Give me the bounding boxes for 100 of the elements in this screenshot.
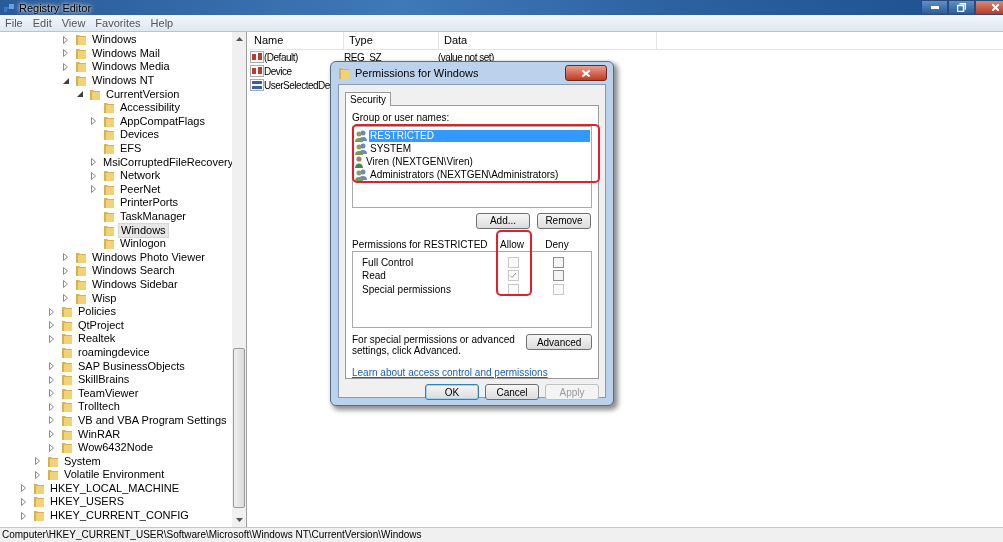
column-header[interactable]: Type <box>344 32 439 49</box>
expand-icon[interactable] <box>63 49 68 58</box>
tree-item[interactable]: Windows Media <box>90 60 172 74</box>
expand-icon[interactable] <box>21 511 26 520</box>
scroll-up-icon[interactable] <box>235 37 243 41</box>
expand-icon[interactable] <box>49 430 54 438</box>
expand-icon[interactable] <box>35 470 40 479</box>
scrollbar[interactable] <box>232 32 246 527</box>
user-item[interactable]: Viren (NEXTGEN\Viren) <box>365 155 590 168</box>
tree-item[interactable]: PeerNet <box>118 182 163 196</box>
scroll-down-icon[interactable] <box>235 518 243 522</box>
menu-item[interactable]: Favorites <box>90 17 146 29</box>
expand-icon[interactable] <box>63 280 68 289</box>
expand-icon[interactable] <box>49 334 54 343</box>
tree-item[interactable]: EFS <box>118 142 144 156</box>
menu-item[interactable]: File <box>0 17 28 29</box>
tree-item[interactable]: Accessibility <box>118 101 182 115</box>
user-item[interactable]: Administrators (NEXTGEN\Administrators) <box>369 168 590 181</box>
expand-icon[interactable] <box>91 171 96 180</box>
dialog-button[interactable]: Cancel <box>485 384 539 400</box>
tree-item[interactable]: Windows <box>90 33 139 47</box>
tree-item[interactable]: CurrentVersion <box>104 87 182 101</box>
scrollbar-thumb[interactable] <box>233 348 245 508</box>
tree-item[interactable]: VB and VBA Program Settings <box>76 413 229 427</box>
column-heading: Deny <box>544 239 570 251</box>
tree-item[interactable]: Network <box>118 169 163 183</box>
folder-icon <box>61 318 73 332</box>
menu-item[interactable]: View <box>56 17 91 29</box>
value-name[interactable]: UserSelectedDe <box>264 79 330 91</box>
tree-item[interactable]: Wisp <box>90 291 119 305</box>
remove-button[interactable]: Remove <box>537 212 591 229</box>
expand-icon[interactable] <box>63 253 68 262</box>
tree-item[interactable]: Realtek <box>76 332 118 346</box>
expand-icon[interactable] <box>49 307 54 316</box>
value-data: (value not set) <box>437 51 495 63</box>
expand-icon[interactable] <box>63 294 68 303</box>
tree-item[interactable]: WinRAR <box>76 427 123 441</box>
add-button[interactable]: Add... <box>476 212 530 229</box>
expand-icon[interactable] <box>63 266 68 275</box>
value-name[interactable]: (Default) <box>264 51 298 63</box>
expand-icon[interactable] <box>49 375 54 384</box>
expand-icon[interactable] <box>63 35 68 44</box>
collapse-icon[interactable] <box>63 77 69 84</box>
tree-item[interactable]: Winlogon <box>118 237 168 251</box>
tree-item[interactable]: HKEY_LOCAL_MACHINE <box>48 481 181 495</box>
tree-item[interactable]: Policies <box>76 305 118 319</box>
tree-item[interactable]: Windows NT <box>90 74 157 88</box>
menu-item[interactable]: Help <box>145 17 179 29</box>
expand-icon[interactable] <box>49 443 54 452</box>
collapse-icon[interactable] <box>77 91 83 98</box>
checkbox[interactable] <box>552 256 564 268</box>
tree-item[interactable]: Windows Mail <box>90 46 162 60</box>
expand-icon[interactable] <box>49 362 54 371</box>
tree-item[interactable]: Windows <box>118 222 169 238</box>
close-button[interactable] <box>975 0 1003 15</box>
expand-icon[interactable] <box>49 389 54 398</box>
column-header[interactable]: Data <box>439 32 657 49</box>
menu-item[interactable]: Edit <box>27 17 57 29</box>
advanced-button[interactable]: Advanced <box>526 334 592 350</box>
tree-item[interactable]: Volatile Environment <box>62 468 167 482</box>
tree-item[interactable]: SkillBrains <box>76 373 132 387</box>
tree-item[interactable]: QtProject <box>76 318 126 332</box>
tree-item[interactable]: Windows Photo Viewer <box>90 250 207 264</box>
user-item[interactable]: SYSTEM <box>369 142 590 155</box>
expand-icon[interactable] <box>91 185 96 194</box>
tree-item[interactable]: Windows Sidebar <box>90 278 180 291</box>
tree-item[interactable]: Devices <box>118 128 162 142</box>
tree-item[interactable]: AppCompatFlags <box>118 114 207 128</box>
tree-item[interactable]: HKEY_CURRENT_CONFIG <box>48 509 191 523</box>
tab[interactable]: Security <box>345 92 392 106</box>
value-name[interactable]: Device <box>264 65 292 77</box>
expand-icon[interactable] <box>91 158 96 167</box>
tree-item[interactable]: SAP BusinessObjects <box>76 359 187 373</box>
expand-icon[interactable] <box>49 321 54 330</box>
folder-icon <box>103 196 115 210</box>
folder-icon <box>61 400 73 414</box>
tree-item[interactable]: PrinterPorts <box>118 196 181 210</box>
restore-button[interactable] <box>948 0 975 15</box>
tree-item[interactable]: TeamViewer <box>76 386 141 400</box>
tree-item[interactable]: HKEY_USERS <box>48 495 126 509</box>
expand-icon[interactable] <box>49 402 54 411</box>
tree-item[interactable]: Wow6432Node <box>76 441 155 455</box>
dialog-button[interactable]: OK <box>425 384 479 400</box>
tree-item[interactable]: Windows Search <box>90 264 177 278</box>
expand-icon[interactable] <box>49 416 54 425</box>
tree-item[interactable]: TaskManager <box>118 210 189 223</box>
tree-item[interactable]: Trolltech <box>76 400 122 414</box>
close-button[interactable] <box>565 65 607 81</box>
expand-icon[interactable] <box>21 498 26 506</box>
folder-icon <box>47 468 59 482</box>
tree-item[interactable]: roamingdevice <box>76 345 152 359</box>
expand-icon[interactable] <box>91 117 96 126</box>
checkbox[interactable] <box>552 270 564 282</box>
column-header[interactable]: Name <box>249 32 344 49</box>
expand-icon[interactable] <box>35 457 40 466</box>
minimize-button[interactable] <box>921 0 948 15</box>
expand-icon[interactable] <box>63 63 68 71</box>
tree-item[interactable]: System <box>62 454 103 468</box>
help-link[interactable]: Learn about access control and permissions <box>352 367 592 378</box>
expand-icon[interactable] <box>21 484 26 493</box>
